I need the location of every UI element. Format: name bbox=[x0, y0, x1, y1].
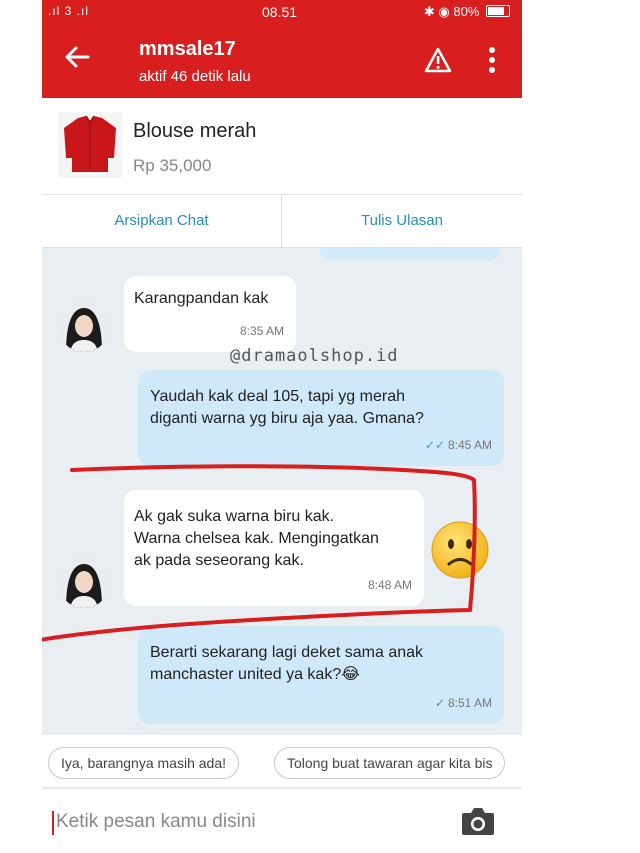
arrow-left-icon[interactable] bbox=[64, 44, 90, 77]
product-name: Blouse merah bbox=[133, 120, 257, 142]
message-bubble-out[interactable]: Yaudah kak deal 105, tapi yg merah digan… bbox=[138, 370, 504, 466]
quick-reply-chip[interactable]: Iya, barangnya masih ada! bbox=[48, 747, 239, 779]
message-time-text: 8:51 AM bbox=[447, 696, 492, 710]
chat-actions: Arsipkan Chat Tulis Ulasan bbox=[42, 195, 522, 248]
more-vert-icon[interactable] bbox=[482, 45, 502, 75]
eye-icon: ◉ bbox=[438, 4, 450, 19]
avatar[interactable] bbox=[58, 300, 110, 352]
archive-chat-button[interactable]: Arsipkan Chat bbox=[42, 195, 282, 247]
chat-subtitle: aktif 46 detik lalu bbox=[139, 68, 251, 85]
chat-area[interactable]: Karangpandan kak 8:35 AM @dramaolshop.id… bbox=[42, 248, 522, 733]
status-time: 08.51 bbox=[262, 4, 298, 20]
message-text: Berarti sekarang lagi deket sama anak ma… bbox=[150, 644, 424, 683]
message-bubble-out[interactable]: Berarti sekarang lagi deket sama anak ma… bbox=[138, 626, 504, 724]
message-input-bar: Ketik pesan kamu disini bbox=[42, 788, 522, 853]
battery-percent: 80% bbox=[453, 4, 480, 19]
check-icon: ✓ bbox=[434, 696, 445, 710]
status-right: ✱ ◉ 80% bbox=[424, 4, 510, 20]
phone-screen: .ıl 3 .ıl 08.51 ✱ ◉ 80% mmsale17 aktif 4… bbox=[42, 0, 522, 853]
message-text: Ak gak suka warna biru kak. Warna chelse… bbox=[134, 508, 379, 569]
write-review-button[interactable]: Tulis Ulasan bbox=[282, 195, 522, 247]
message-input[interactable]: Ketik pesan kamu disini bbox=[56, 811, 256, 833]
text-cursor bbox=[52, 811, 54, 835]
bluetooth-icon: ✱ bbox=[423, 4, 435, 19]
message-text: Yaudah kak deal 105, tapi yg merah digan… bbox=[150, 388, 424, 427]
product-price: Rp 35,000 bbox=[133, 156, 212, 175]
status-bar: .ıl 3 .ıl 08.51 ✱ ◉ 80% bbox=[42, 0, 522, 26]
chat-title: mmsale17 bbox=[139, 38, 236, 60]
sad-face-icon bbox=[430, 520, 490, 580]
signal-icons: .ıl 3 .ıl bbox=[48, 4, 90, 18]
message-text: Karangpandan kak bbox=[134, 290, 269, 307]
quick-reply-bar: Iya, barangnya masih ada! Tolong buat ta… bbox=[42, 735, 522, 787]
camera-icon[interactable] bbox=[460, 805, 496, 837]
message-time: 8:35 AM bbox=[239, 324, 284, 338]
message-bubble-in[interactable]: Ak gak suka warna biru kak. Warna chelse… bbox=[124, 490, 424, 606]
message-bubble-in[interactable]: Karangpandan kak 8:35 AM bbox=[124, 276, 296, 352]
quick-reply-chip[interactable]: Tolong buat tawaran agar kita bis bbox=[274, 747, 506, 779]
app-bar: mmsale17 aktif 46 detik lalu bbox=[42, 26, 522, 98]
product-card[interactable]: Blouse merah Rp 35,000 bbox=[42, 98, 522, 195]
message-time: ✓ 8:51 AM bbox=[435, 692, 492, 714]
avatar[interactable] bbox=[58, 556, 110, 608]
message-time: ✓✓ 8:45 AM bbox=[425, 434, 492, 456]
previous-message-bubble bbox=[320, 248, 500, 260]
message-time-text: 8:45 AM bbox=[447, 438, 492, 452]
battery-icon bbox=[486, 5, 510, 17]
red-blouse-image bbox=[58, 112, 122, 178]
double-check-icon: ✓✓ bbox=[424, 438, 445, 452]
watermark: @dramaolshop.id bbox=[230, 346, 399, 366]
warning-icon[interactable] bbox=[424, 47, 452, 73]
message-time: 8:48 AM bbox=[367, 578, 412, 592]
